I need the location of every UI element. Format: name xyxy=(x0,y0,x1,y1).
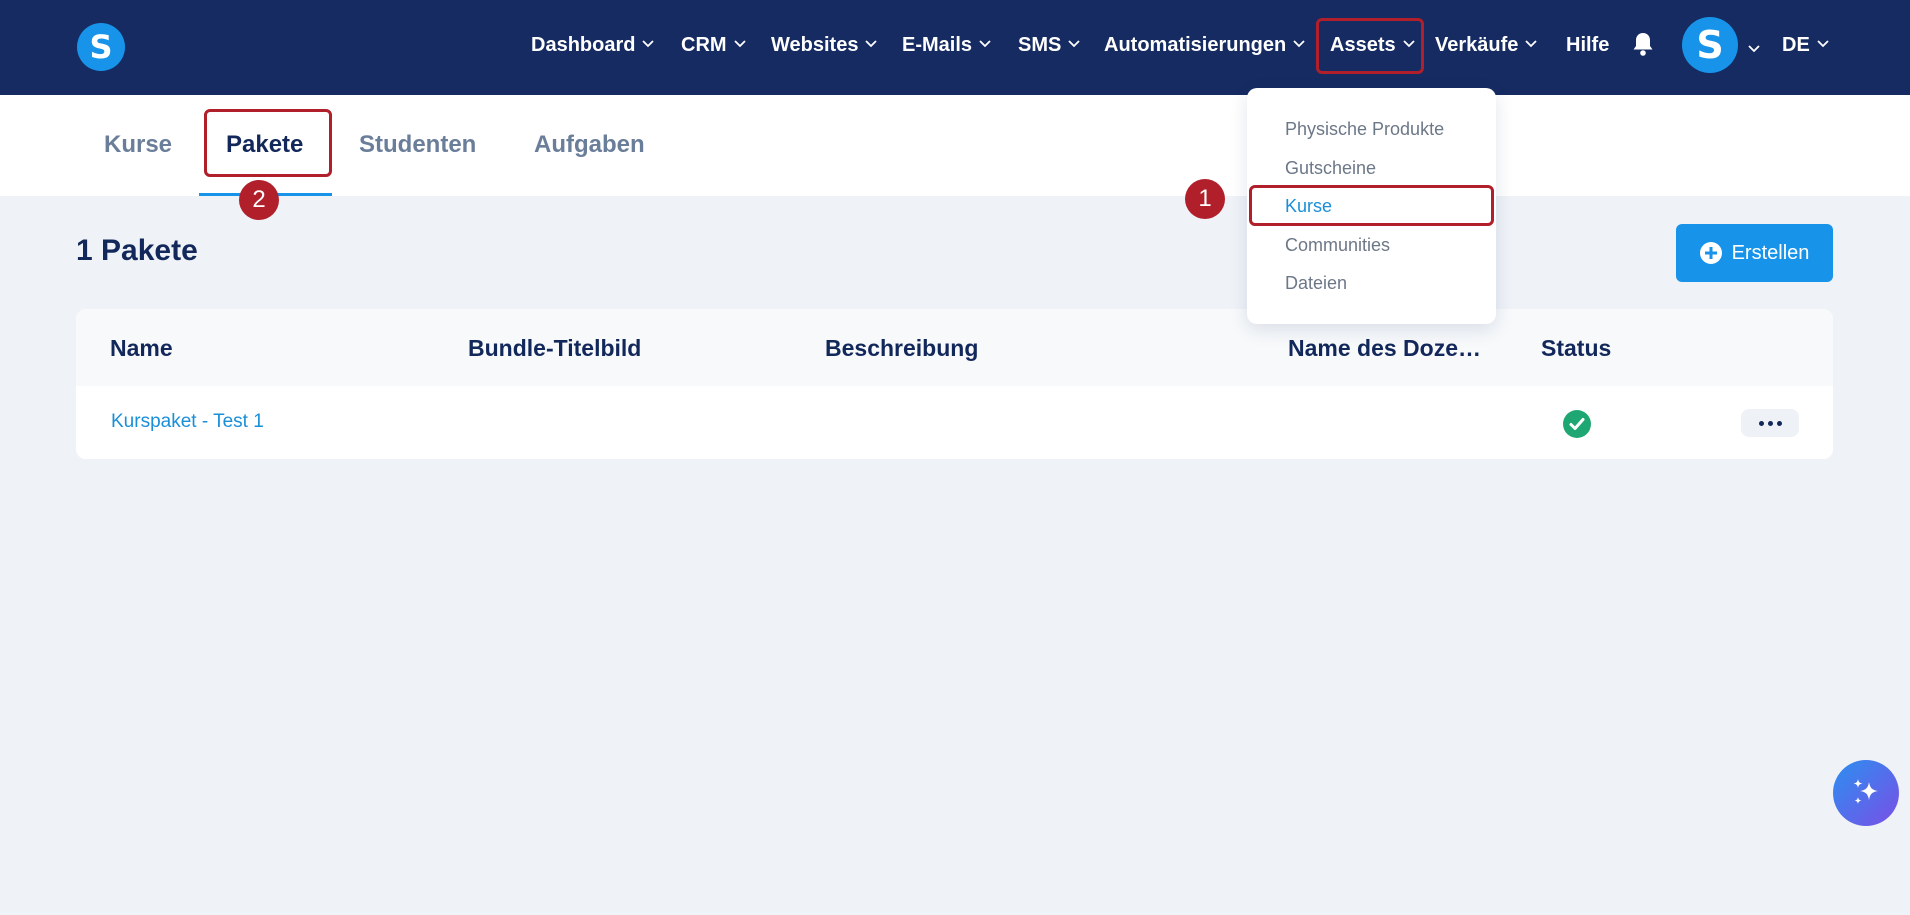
nav-label-hilfe: Hilfe xyxy=(1566,33,1610,56)
top-navigation-bar: S Dashboard CRM Websites E-Mails SMS Aut… xyxy=(0,0,1910,95)
column-header-bundle-titelbild: Bundle-Titelbild xyxy=(468,335,642,361)
menu-item-kurse[interactable]: Kurse xyxy=(1285,196,1332,217)
chevron-down-icon xyxy=(1293,40,1305,50)
nav-label-assets: Assets xyxy=(1330,33,1396,56)
tab-pakete[interactable]: Pakete xyxy=(226,131,303,159)
packages-table: Name Bundle-Titelbild Beschreibung Name … xyxy=(76,309,1833,459)
nav-item-websites[interactable]: Websites xyxy=(771,30,878,60)
column-header-name: Name xyxy=(110,335,173,361)
nav-label-dashboard: Dashboard xyxy=(531,33,636,56)
nav-item-crm[interactable]: CRM xyxy=(681,30,746,60)
create-button-label: Erstellen xyxy=(1731,241,1810,264)
tab-aufgaben[interactable]: Aufgaben xyxy=(534,131,645,159)
user-avatar[interactable]: S xyxy=(1682,17,1738,73)
menu-item-dateien[interactable]: Dateien xyxy=(1285,273,1347,294)
ai-assistant-button[interactable] xyxy=(1833,760,1899,826)
create-button[interactable]: Erstellen xyxy=(1676,224,1833,282)
nav-item-verkaufe[interactable]: Verkäufe xyxy=(1435,30,1538,60)
nav-label-verkaufe: Verkäufe xyxy=(1435,33,1519,56)
nav-item-assets[interactable]: Assets xyxy=(1330,30,1415,60)
menu-item-gutscheine[interactable]: Gutscheine xyxy=(1285,158,1376,179)
plus-circle-icon xyxy=(1699,242,1722,264)
nav-item-dashboard[interactable]: Dashboard xyxy=(531,30,655,60)
chevron-down-icon xyxy=(733,40,746,50)
column-header-status: Status xyxy=(1541,335,1612,361)
chevron-down-icon xyxy=(1525,40,1538,50)
page-title: 1 Pakete xyxy=(76,234,198,267)
brand-logo[interactable]: S xyxy=(77,23,125,71)
column-header-beschreibung: Beschreibung xyxy=(825,335,979,361)
nav-label-emails: E-Mails xyxy=(902,33,973,56)
chevron-down-icon xyxy=(979,40,991,50)
language-label: DE xyxy=(1782,33,1810,56)
table-header: Name Bundle-Titelbild Beschreibung Name … xyxy=(76,309,1833,386)
nav-item-emails[interactable]: E-Mails xyxy=(902,30,991,60)
more-dot-icon xyxy=(1767,420,1773,426)
chevron-down-icon xyxy=(642,40,655,50)
nav-label-sms: SMS xyxy=(1018,33,1062,56)
nav-item-sms[interactable]: SMS xyxy=(1018,30,1080,60)
menu-item-communities[interactable]: Communities xyxy=(1285,235,1390,256)
chevron-down-icon[interactable] xyxy=(1748,40,1760,58)
step-marker-1: 1 xyxy=(1185,179,1225,219)
package-name-link[interactable]: Kurspaket - Test 1 xyxy=(111,411,264,433)
nav-label-automatisierungen: Automatisierungen xyxy=(1104,33,1287,56)
menu-item-physische-produkte[interactable]: Physische Produkte xyxy=(1285,119,1444,140)
assets-dropdown-menu: Physische Produkte Gutscheine Kurse Comm… xyxy=(1247,88,1496,324)
bell-icon[interactable] xyxy=(1631,31,1655,57)
chevron-down-icon xyxy=(1402,40,1415,50)
status-active-icon xyxy=(1563,410,1591,438)
tab-studenten[interactable]: Studenten xyxy=(359,131,476,159)
step-marker-2: 2 xyxy=(239,180,279,220)
table-row: Kurspaket - Test 1 xyxy=(76,386,1833,459)
more-dot-icon xyxy=(1776,420,1782,426)
chevron-down-icon xyxy=(865,40,878,50)
chevron-down-icon xyxy=(1068,40,1080,50)
nav-label-crm: CRM xyxy=(681,33,727,56)
sub-tab-bar: Kurse Pakete Studenten Aufgaben xyxy=(0,95,1910,196)
tab-kurse[interactable]: Kurse xyxy=(104,131,172,159)
language-selector[interactable]: DE xyxy=(1782,30,1829,60)
chevron-down-icon xyxy=(1817,40,1829,50)
sparkles-icon xyxy=(1853,779,1878,804)
nav-item-automatisierungen[interactable]: Automatisierungen xyxy=(1104,30,1305,60)
more-dot-icon xyxy=(1758,420,1764,426)
column-header-dozent: Name des Doze… xyxy=(1288,335,1482,361)
nav-label-websites: Websites xyxy=(771,33,859,56)
more-actions-button[interactable] xyxy=(1741,409,1799,437)
nav-item-hilfe[interactable]: Hilfe xyxy=(1566,30,1609,60)
